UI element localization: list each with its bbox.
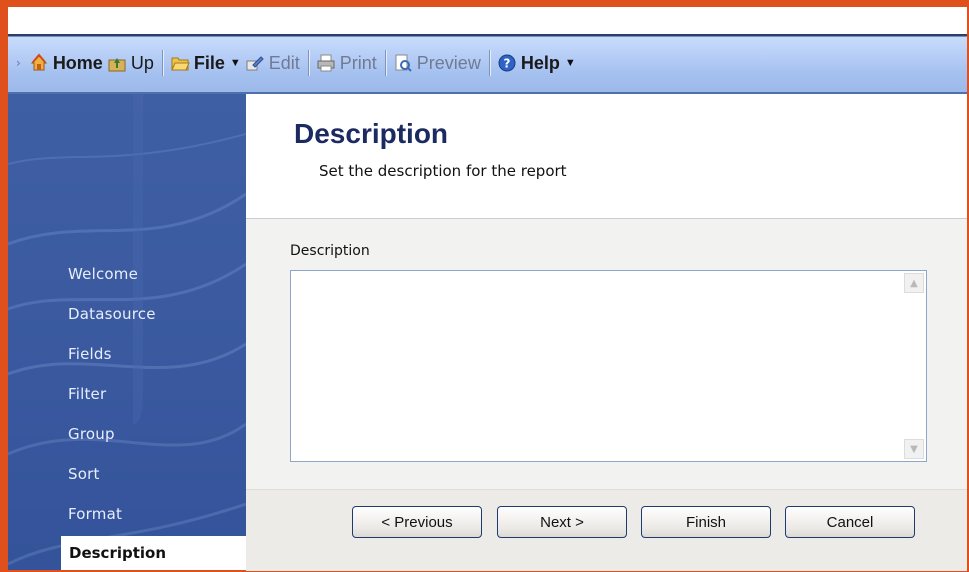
dropdown-caret-icon: ▼	[229, 57, 241, 69]
previous-button[interactable]: < Previous	[352, 506, 482, 538]
wizard-header: Description Set the description for the …	[246, 94, 967, 219]
up-folder-icon	[107, 53, 127, 73]
description-field-label: Description	[290, 243, 370, 259]
home-button[interactable]: Home	[29, 43, 103, 83]
toolbar-separator	[384, 50, 386, 76]
finish-button[interactable]: Finish	[641, 506, 771, 538]
file-label: File	[193, 52, 225, 73]
step-group[interactable]: Group	[68, 425, 115, 443]
preview-icon	[393, 53, 413, 73]
edit-label: Edit	[268, 52, 300, 73]
step-welcome[interactable]: Welcome	[68, 265, 138, 283]
file-menu[interactable]: File ▼	[170, 43, 241, 83]
print-label: Print	[339, 52, 377, 73]
toolbar-separator	[488, 50, 490, 76]
textarea-scrollbar[interactable]: ▲ ▼	[904, 273, 924, 459]
step-fields[interactable]: Fields	[68, 345, 112, 363]
step-sort[interactable]: Sort	[68, 465, 100, 483]
print-button[interactable]: Print	[316, 43, 377, 83]
home-label: Home	[52, 52, 103, 73]
up-button[interactable]: Up	[107, 43, 154, 83]
home-icon	[29, 53, 49, 73]
printer-icon	[316, 53, 336, 73]
preview-label: Preview	[416, 52, 481, 73]
wizard-sidebar: Welcome Datasource Fields Filter Group S…	[8, 94, 246, 570]
up-label: Up	[130, 52, 154, 73]
top-strip	[8, 7, 967, 34]
wizard-button-bar: < Previous Next > Finish Cancel	[246, 489, 967, 571]
dropdown-caret-icon: ▼	[564, 57, 576, 69]
svg-text:?: ?	[503, 57, 510, 71]
toolbar: › Home Up File ▼ Edit Print Preview ? He…	[8, 34, 967, 94]
edit-button[interactable]: Edit	[245, 43, 300, 83]
scroll-up-icon[interactable]: ▲	[904, 273, 924, 293]
page-title: Description	[294, 118, 449, 149]
chevron-right-icon: ›	[16, 56, 21, 70]
help-menu[interactable]: ? Help ▼	[497, 43, 576, 83]
wizard-content: Description ▲ ▼ < Previous Next > Finish…	[246, 219, 967, 571]
toolbar-separator	[307, 50, 309, 76]
description-textarea[interactable]: ▲ ▼	[290, 270, 927, 462]
preview-button[interactable]: Preview	[393, 43, 481, 83]
step-description-current[interactable]: Description	[61, 536, 246, 570]
step-format[interactable]: Format	[68, 505, 122, 523]
edit-icon	[245, 53, 265, 73]
next-button[interactable]: Next >	[497, 506, 627, 538]
wave-background	[8, 94, 246, 566]
help-icon: ?	[497, 53, 517, 73]
toolbar-separator	[161, 50, 163, 76]
help-label: Help	[520, 52, 560, 73]
cancel-button[interactable]: Cancel	[785, 506, 915, 538]
folder-icon	[170, 53, 190, 73]
step-datasource[interactable]: Datasource	[68, 305, 156, 323]
scroll-down-icon[interactable]: ▼	[904, 439, 924, 459]
step-filter[interactable]: Filter	[68, 385, 106, 403]
page-subtitle: Set the description for the report	[319, 162, 567, 180]
